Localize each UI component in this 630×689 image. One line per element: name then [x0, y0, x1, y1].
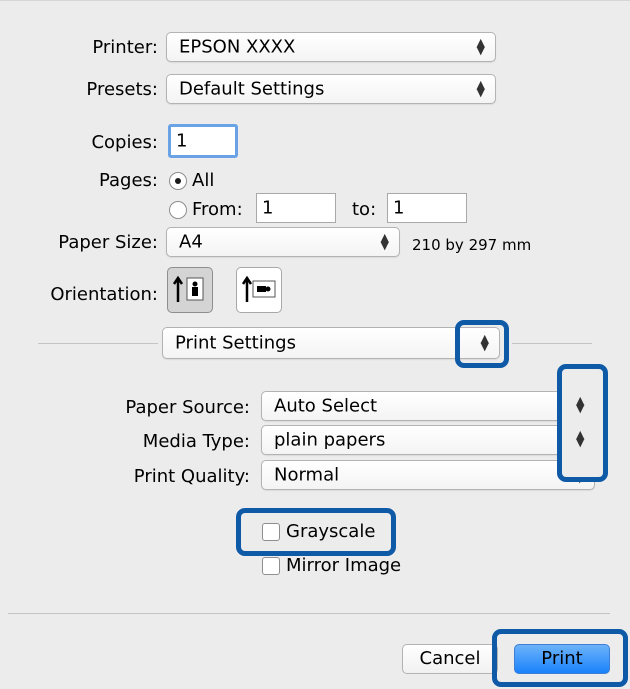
pages-all-radio[interactable]: [169, 172, 187, 190]
up-down-chevron-icon: ▲ ▼: [476, 36, 485, 57]
print-dialog: Printer: EPSON XXXX ▲ ▼ Presets: Default …: [0, 0, 630, 689]
pages-to-label: to:: [352, 199, 377, 220]
section-popup-value: Print Settings: [175, 332, 296, 354]
cancel-button[interactable]: Cancel: [402, 644, 498, 674]
pages-all-label: All: [192, 170, 215, 191]
paper-source-value: Auto Select: [274, 395, 378, 417]
print-button[interactable]: Print: [514, 644, 610, 674]
mirror-image-label: Mirror Image: [286, 555, 402, 576]
paper-source-label: Paper Source:: [125, 397, 250, 418]
up-down-chevron-icon: ▲ ▼: [480, 332, 489, 353]
orientation-label: Orientation:: [50, 284, 158, 305]
portrait-orientation-icon: [172, 275, 204, 302]
up-down-chevron-icon: ▲ ▼: [576, 394, 585, 415]
media-type-label: Media Type:: [142, 431, 250, 452]
paper-size-popup[interactable]: A4 ▲ ▼: [166, 227, 400, 257]
print-quality-popup[interactable]: Normal ▲ ▼: [261, 460, 595, 490]
printer-label: Printer:: [92, 37, 158, 58]
media-type-value: plain papers: [274, 429, 386, 451]
pages-label: Pages:: [98, 170, 158, 191]
presets-label: Presets:: [86, 79, 158, 100]
presets-popup[interactable]: Default Settings ▲ ▼: [166, 74, 496, 104]
section-popup[interactable]: Print Settings ▲ ▼: [162, 327, 500, 359]
grayscale-label: Grayscale: [286, 521, 376, 542]
landscape-orientation-button[interactable]: [236, 267, 282, 313]
paper-source-popup[interactable]: Auto Select ▲ ▼: [261, 391, 595, 421]
printer-value: EPSON XXXX: [179, 36, 296, 58]
pages-from-field[interactable]: 1: [256, 193, 336, 223]
copies-label: Copies:: [91, 132, 158, 153]
section-divider-right: [512, 343, 592, 344]
copies-field[interactable]: 1: [168, 124, 238, 158]
landscape-orientation-icon: [241, 275, 276, 302]
pages-from-label: From:: [192, 199, 243, 220]
pages-to-field[interactable]: 1: [387, 193, 467, 223]
paper-size-label: Paper Size:: [58, 232, 158, 253]
pages-to-value: 1: [393, 197, 405, 219]
print-quality-value: Normal: [274, 464, 340, 486]
mirror-image-checkbox[interactable]: [262, 557, 280, 575]
section-divider-left: [38, 343, 158, 344]
pages-from-value: 1: [262, 197, 274, 219]
up-down-chevron-icon: ▲ ▼: [576, 428, 585, 449]
bottom-divider: [8, 613, 610, 614]
media-type-popup[interactable]: plain papers ▲ ▼: [261, 425, 595, 455]
up-down-chevron-icon: ▲ ▼: [575, 464, 584, 485]
up-down-chevron-icon: ▲ ▼: [380, 231, 389, 252]
printer-popup[interactable]: EPSON XXXX ▲ ▼: [166, 32, 496, 62]
grayscale-checkbox[interactable]: [262, 523, 280, 541]
portrait-orientation-button[interactable]: [167, 267, 213, 313]
paper-size-value: A4: [179, 231, 203, 253]
up-down-chevron-icon: ▲ ▼: [476, 78, 485, 99]
presets-value: Default Settings: [179, 78, 325, 100]
paper-dimensions: 210 by 297 mm: [412, 236, 532, 254]
print-quality-label: Print Quality:: [133, 466, 250, 487]
copies-value: 1: [176, 130, 188, 152]
pages-from-radio[interactable]: [169, 201, 187, 219]
